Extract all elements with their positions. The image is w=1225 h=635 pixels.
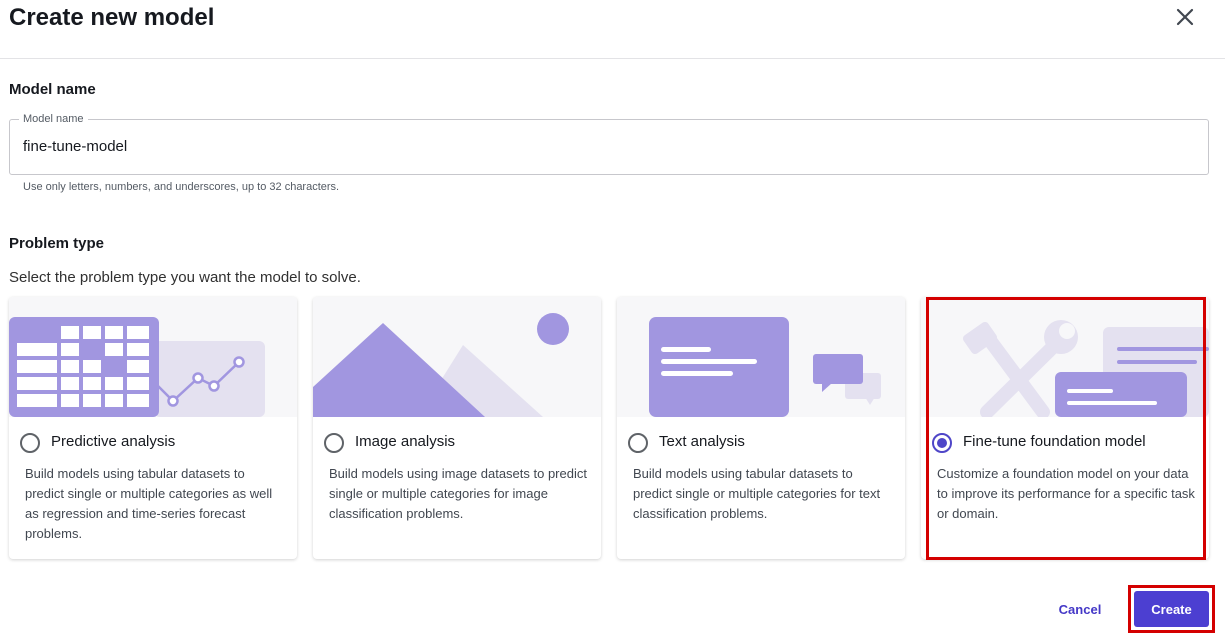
card-predictive-analysis[interactable]: Predictive analysis Build models using t… [9,297,297,559]
card-title: Text analysis [659,433,745,450]
radio-fine-tune-foundation-model[interactable] [932,433,952,453]
card-title: Predictive analysis [51,433,176,450]
radio-image-analysis[interactable] [324,433,344,453]
table-chart-illustration [9,297,297,417]
card-description: Customize a foundation model on your dat… [937,466,1195,521]
cancel-button[interactable]: Cancel [1045,593,1115,625]
model-name-heading: Model name [9,81,96,98]
model-name-field-label: Model name [19,113,88,125]
problem-type-description: Select the problem type you want the mod… [9,269,361,286]
radio-predictive-analysis[interactable] [20,433,40,453]
create-button[interactable]: Create [1134,591,1209,627]
card-description: Build models using tabular datasets to p… [25,466,273,541]
card-title: Image analysis [355,433,456,450]
text-chat-illustration [617,297,905,417]
card-title: Fine-tune foundation model [963,433,1146,450]
dialog-header: Create new model [0,0,1225,59]
close-button[interactable] [1172,4,1198,30]
card-fine-tune-foundation-model[interactable]: Fine-tune foundation model Customize a f… [921,297,1209,559]
card-description: Build models using image datasets to pre… [329,466,587,521]
radio-text-analysis[interactable] [628,433,648,453]
card-description: Build models using tabular datasets to p… [633,466,881,521]
card-image-analysis[interactable]: Image analysis Build models using image … [313,297,601,559]
model-name-field[interactable]: Model name [9,113,1209,175]
radio-selected-dot [937,438,947,448]
dialog-title: Create new model [9,4,215,31]
problem-type-heading: Problem type [9,235,105,252]
card-text-analysis[interactable]: Text analysis Build models using tabular… [617,297,905,559]
model-name-input[interactable] [23,138,1183,155]
model-name-hint: Use only letters, numbers, and underscor… [23,181,340,193]
close-icon [1176,8,1194,26]
tools-illustration [921,297,1209,417]
mountain-image-illustration [313,297,601,417]
